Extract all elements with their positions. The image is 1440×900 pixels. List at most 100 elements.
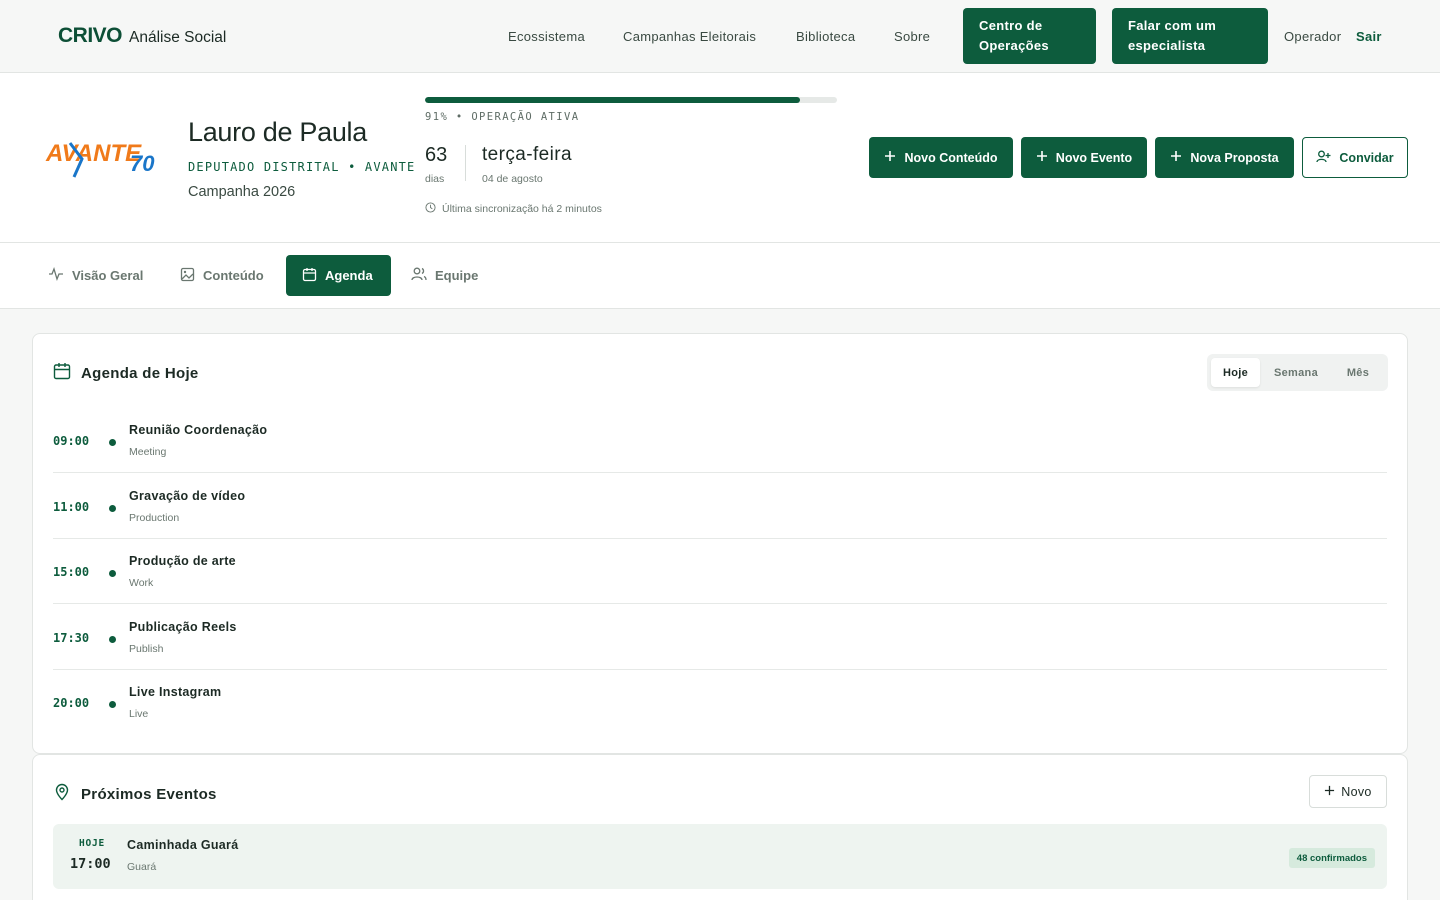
nav-link-campanhas[interactable]: Campanhas Eleitorais [623, 29, 756, 44]
agenda-time: 17:30 [53, 630, 90, 645]
agenda-card-header: Agenda de Hoje [53, 362, 199, 384]
status-dot [109, 701, 116, 708]
events-card-header: Próximos Eventos [53, 783, 217, 805]
svg-text:70: 70 [130, 151, 155, 176]
new-content-button[interactable]: Novo Conteúdo [869, 137, 1013, 178]
status-dot [109, 439, 116, 446]
new-proposal-button[interactable]: Nova Proposta [1155, 137, 1294, 178]
agenda-title: Publicação Reels [129, 619, 237, 634]
operations-center-button[interactable]: Centro de Operações [963, 8, 1096, 64]
operation-progress-bar [425, 97, 837, 103]
new-event-label: Novo Evento [1055, 150, 1133, 165]
new-label: Novo [1341, 784, 1372, 799]
agenda-title: Reunião Coordenação [129, 423, 268, 437]
agenda-title: Produção de arte [129, 554, 236, 568]
tab-visao-geral[interactable]: Visão Geral [32, 255, 159, 296]
date-label: 04 de agosto [482, 173, 543, 185]
new-event-button[interactable]: Novo Evento [1021, 137, 1147, 178]
tab-label: Equipe [435, 268, 479, 283]
sync-status: Última sincronização há 2 minutos [425, 202, 602, 216]
brand-logo[interactable]: CRIVO [58, 24, 123, 48]
agenda-time: 11:00 [53, 499, 90, 514]
invite-label: Convidar [1339, 150, 1394, 165]
tab-label: Agenda [325, 268, 373, 283]
nav-link-biblioteca[interactable]: Biblioteca [796, 29, 855, 44]
event-title: Caminhada Guará [127, 838, 239, 852]
plus-icon [884, 150, 896, 165]
period-filter: Hoje Semana Mês [1207, 354, 1388, 391]
status-dot [109, 504, 116, 512]
nav-link-ecossistema[interactable]: Ecossistema [508, 29, 585, 44]
tab-conteudo[interactable]: Conteúdo [164, 255, 280, 296]
user-plus-icon [1316, 150, 1331, 166]
campaign-label: Campanha 2026 [188, 184, 296, 200]
agenda-type: Meeting [129, 446, 167, 458]
agenda-type: Live [129, 708, 149, 720]
agenda-item[interactable]: 15:00 Produção de arte Work [53, 539, 1387, 604]
tab-agenda[interactable]: Agenda [286, 255, 391, 296]
new-content-label: Novo Conteúdo [904, 150, 998, 165]
party-logo: AVANTE 70 [44, 133, 164, 183]
nav-link-sobre[interactable]: Sobre [894, 29, 930, 44]
invite-button[interactable]: Convidar [1302, 137, 1408, 178]
agenda-title: Live Instagram [129, 685, 222, 699]
agenda-title: Gravação de vídeo [129, 488, 246, 503]
filter-mes[interactable]: Mês [1333, 358, 1383, 387]
agenda-title: Agenda de Hoje [81, 364, 199, 382]
event-time: 17:00 [70, 856, 111, 872]
agenda-time: 20:00 [53, 696, 90, 710]
agenda-card: Agenda de Hoje Hoje Semana Mês 09:00 Reun… [32, 333, 1408, 754]
filter-hoje[interactable]: Hoje [1211, 358, 1260, 387]
section-tabs: Visão Geral Conteúdo Agenda Equipe [0, 243, 1440, 309]
user-label: Operador [1284, 29, 1342, 44]
filter-semana[interactable]: Semana [1265, 358, 1327, 387]
agenda-type: Publish [129, 642, 164, 655]
event-day: HOJE [79, 838, 106, 849]
users-icon [411, 267, 427, 284]
brand-subtitle: Análise Social [129, 29, 227, 46]
agenda-time: 15:00 [53, 565, 90, 579]
agenda-time: 09:00 [53, 434, 90, 448]
operation-progress-fill [425, 97, 800, 103]
plus-icon [1036, 150, 1048, 165]
logout-link[interactable]: Sair [1356, 29, 1382, 44]
tab-label: Visão Geral [72, 268, 144, 283]
new-proposal-label: Nova Proposta [1190, 150, 1279, 165]
confirmed-badge: 48 confirmados [1288, 848, 1375, 868]
image-icon [180, 267, 195, 285]
events-card: Próximos Eventos Novo HOJE 17:00 Caminha… [32, 754, 1408, 900]
agenda-type: Production [129, 511, 180, 524]
tab-label: Conteúdo [203, 268, 264, 283]
tab-equipe[interactable]: Equipe [395, 255, 494, 296]
clock-icon [425, 202, 436, 216]
agenda-item[interactable]: 20:00 Live Instagram Live [53, 670, 1387, 735]
candidate-name: Lauro de Paula [188, 117, 367, 147]
new-event-small-button[interactable]: Novo [1309, 775, 1387, 808]
plus-icon [1324, 785, 1335, 799]
svg-text:AVANTE: AVANTE [45, 140, 142, 167]
plus-icon [1170, 150, 1182, 165]
candidate-header: AVANTE 70 Lauro de Paula DEPUTADO DISTRI… [0, 73, 1440, 243]
talk-to-expert-button[interactable]: Falar com um especialista [1112, 8, 1268, 64]
days-remaining: 63 [425, 144, 448, 166]
operation-progress-label: 91% • OPERAÇÃO ATIVA [425, 111, 580, 123]
calendar-icon [302, 267, 317, 285]
event-location: Guará [127, 861, 157, 873]
event-item[interactable]: HOJE 17:00 Caminhada Guará Guará 48 conf… [53, 824, 1387, 889]
top-navbar: CRIVO Análise Social Ecossistema Campanh… [0, 0, 1440, 73]
status-dot [109, 635, 116, 643]
divider [465, 145, 466, 181]
map-pin-icon [53, 783, 71, 805]
weekday: terça-feira [482, 144, 572, 165]
calendar-icon [53, 362, 71, 384]
status-dot [109, 570, 116, 577]
events-title: Próximos Eventos [81, 785, 217, 803]
days-label: dias [425, 173, 445, 185]
agenda-item[interactable]: 17:30 Publicação Reels Publish [53, 605, 1387, 670]
agenda-item[interactable]: 11:00 Gravação de vídeo Production [53, 474, 1387, 539]
sync-text: Última sincronização há 2 minutos [442, 203, 602, 215]
agenda-item[interactable]: 09:00 Reunião Coordenação Meeting [53, 408, 1387, 473]
activity-icon [48, 267, 64, 284]
agenda-type: Work [129, 577, 154, 589]
candidate-role: DEPUTADO DISTRITAL • AVANTE [188, 160, 416, 174]
